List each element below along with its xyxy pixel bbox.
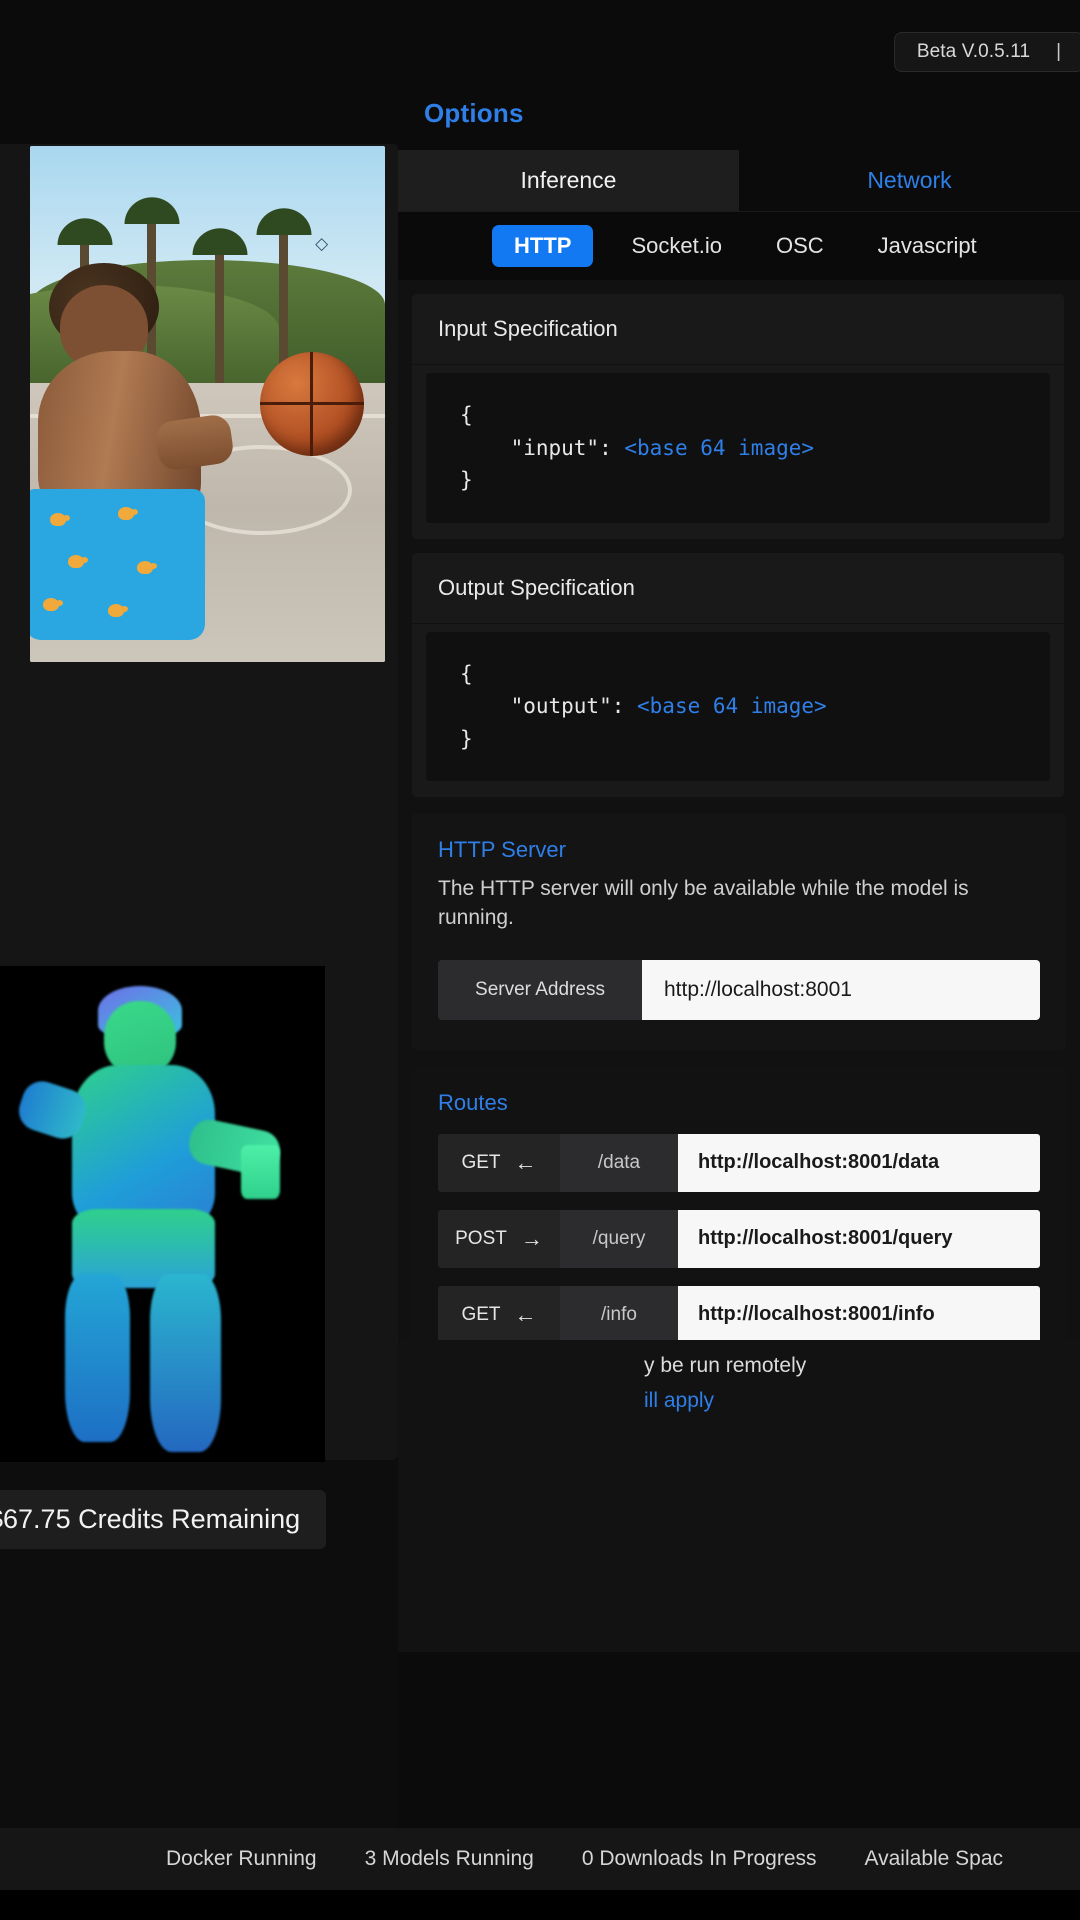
duck-pattern-icon — [42, 597, 63, 611]
remote-run-note: y be run remotely ill apply — [644, 1352, 806, 1415]
player-arm — [153, 412, 235, 472]
basketball — [259, 351, 364, 456]
http-server-title: HTTP Server — [438, 837, 566, 863]
input-code-close: } — [460, 468, 473, 493]
remote-note-text: y be run remotely — [644, 1354, 807, 1377]
input-spec-code: { "input": <base 64 image> } — [426, 373, 1050, 523]
routes-title: Routes — [438, 1089, 508, 1115]
output-code-key: "output": — [460, 694, 638, 719]
title-bar: Beta V.0.5.11 | — [0, 0, 1080, 82]
status-docker: Docker Running — [166, 1847, 317, 1870]
route-url[interactable]: http://localhost:8001/info — [678, 1285, 1040, 1344]
output-image-preview[interactable] — [0, 966, 325, 1462]
status-downloads: 0 Downloads In Progress — [581, 1847, 817, 1870]
route-url[interactable]: http://localhost:8001/data — [678, 1133, 1040, 1192]
options-panel: Options Inference Network HTTP Socket.io… — [398, 82, 1080, 1920]
duck-pattern-icon — [49, 513, 70, 527]
http-server-description: The HTTP server will only be available w… — [438, 877, 969, 929]
route-method-label: GET — [461, 1303, 501, 1325]
route-method: POST → — [438, 1209, 560, 1268]
server-address-label: Server Address — [438, 959, 642, 1020]
preview-header — [0, 82, 398, 144]
server-address-input[interactable]: http://localhost:8001 — [642, 959, 1040, 1020]
page-title: Options — [424, 98, 524, 128]
player-shorts — [30, 488, 206, 640]
bird-icon: ◇ — [315, 233, 329, 253]
options-tabs: Inference Network — [398, 150, 1080, 212]
app-window: Beta V.0.5.11 | ◇ Options Inference Netw… — [0, 0, 1080, 1920]
status-models: 3 Models Running — [364, 1847, 534, 1870]
route-path: /data — [560, 1133, 678, 1192]
input-image-preview[interactable]: ◇ — [30, 146, 385, 662]
menu-divider-glyph: | — [1056, 41, 1062, 62]
tab-inference[interactable]: Inference — [398, 150, 739, 212]
depth-hand — [240, 1144, 280, 1200]
duck-pattern-icon — [118, 507, 139, 521]
input-spec-section: Input Specification { "input": <base 64 … — [412, 294, 1064, 539]
output-code-close: } — [460, 726, 473, 751]
route-path: /query — [560, 1209, 678, 1268]
table-row: GET ← /info http://localhost:8001/info — [438, 1285, 1040, 1344]
depth-leg-left — [65, 1273, 130, 1443]
output-code-open: { — [460, 661, 473, 686]
version-label: Beta V.0.5.11 — [916, 41, 1031, 62]
table-row: POST → /query http://localhost:8001/quer… — [438, 1209, 1040, 1268]
http-server-section: HTTP Server The HTTP server will only be… — [412, 813, 1066, 1050]
route-url[interactable]: http://localhost:8001/query — [678, 1209, 1040, 1268]
protocol-socketio[interactable]: Socket.io — [615, 225, 738, 267]
route-method-label: GET — [461, 1151, 501, 1173]
route-method: GET ← — [438, 1133, 560, 1192]
arrow-left-icon: ← — [514, 1149, 537, 1175]
protocol-javascript[interactable]: Javascript — [862, 225, 993, 267]
duck-pattern-icon — [136, 561, 157, 575]
protocol-tabs: HTTP Socket.io OSC Javascript — [398, 212, 1080, 280]
tab-network[interactable]: Network — [739, 150, 1080, 212]
depth-leg-right — [149, 1273, 221, 1453]
input-code-value: <base 64 image> — [624, 435, 815, 460]
output-spec-code: { "output": <base 64 image> } — [426, 631, 1050, 782]
arrow-left-icon: ← — [514, 1301, 537, 1327]
options-footer: y be run remotely ill apply Stop — [398, 1340, 1080, 1652]
input-spec-label: Input Specification — [412, 294, 1064, 365]
server-address-row: Server Address http://localhost:8001 — [438, 959, 1040, 1020]
arrow-right-icon: → — [520, 1225, 543, 1251]
output-spec-section: Output Specification { "output": <base 6… — [412, 552, 1064, 798]
route-path: /info — [560, 1285, 678, 1344]
route-method: GET ← — [438, 1285, 560, 1344]
protocol-http[interactable]: HTTP — [492, 225, 594, 267]
options-scroll-body[interactable]: Input Specification { "input": <base 64 … — [398, 280, 1080, 1396]
duck-pattern-icon — [107, 603, 128, 617]
output-code-value: <base 64 image> — [637, 694, 827, 719]
status-bar: Docker Running 3 Models Running 0 Downlo… — [0, 1828, 1080, 1890]
output-spec-label: Output Specification — [412, 553, 1064, 624]
input-code-open: { — [460, 403, 473, 427]
credits-badge: $67.75 Credits Remaining — [0, 1490, 327, 1549]
player-figure — [30, 218, 236, 662]
protocol-osc[interactable]: OSC — [760, 225, 840, 267]
version-badge[interactable]: Beta V.0.5.11 | — [894, 32, 1080, 72]
table-row: GET ← /data http://localhost:8001/data — [438, 1133, 1040, 1192]
status-space: Available Spac — [864, 1847, 1004, 1870]
route-method-label: POST — [455, 1227, 507, 1249]
duck-pattern-icon — [67, 555, 88, 569]
input-code-key: "input": — [460, 435, 625, 460]
depth-head — [104, 1000, 176, 1076]
remote-note-link[interactable]: ill apply — [644, 1387, 806, 1414]
bottom-edge — [0, 1890, 1080, 1920]
